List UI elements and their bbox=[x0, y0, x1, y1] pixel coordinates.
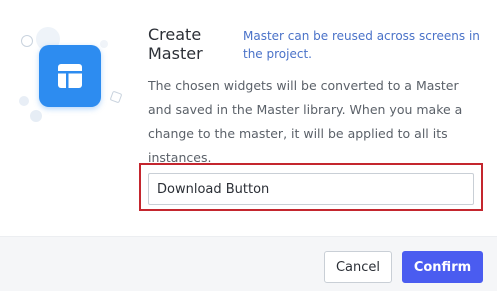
dialog-title: Create Master bbox=[148, 25, 203, 63]
confirm-button[interactable]: Confirm bbox=[402, 251, 483, 283]
decor-circle bbox=[21, 35, 33, 47]
create-master-dialog: Create Master Master can be reused acros… bbox=[0, 0, 497, 291]
decor-dot bbox=[19, 96, 29, 106]
master-template-icon bbox=[39, 45, 101, 107]
dialog-description: The chosen widgets will be converted to … bbox=[148, 78, 463, 165]
decor-dot bbox=[100, 40, 108, 48]
master-name-input[interactable] bbox=[148, 173, 474, 205]
master-illustration bbox=[0, 0, 140, 140]
reuse-note: Master can be reused across screens in t… bbox=[243, 29, 480, 61]
decor-dot bbox=[30, 110, 42, 122]
cancel-button[interactable]: Cancel bbox=[324, 251, 392, 283]
decor-square bbox=[109, 90, 123, 104]
